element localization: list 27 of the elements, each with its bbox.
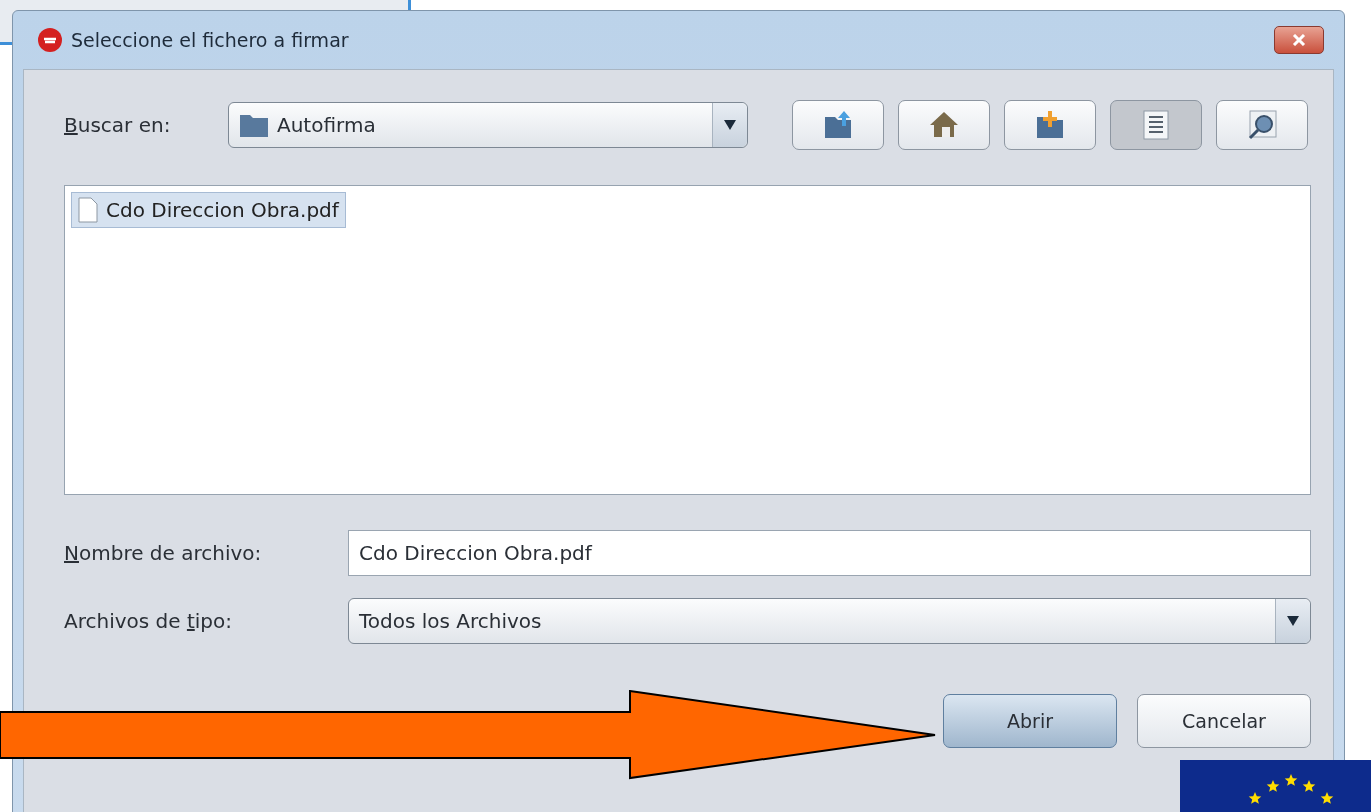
toolbar-button[interactable]	[1004, 100, 1096, 150]
toolbar-button[interactable]	[1216, 100, 1308, 150]
window-title: Seleccione el fichero a firmar	[71, 29, 350, 51]
close-icon	[1292, 34, 1306, 46]
file-item[interactable]: Cdo Direccion Obra.pdf	[71, 192, 346, 228]
close-button[interactable]	[1274, 26, 1324, 54]
file-name-field[interactable]: Cdo Direccion Obra.pdf	[348, 530, 1311, 576]
open-button[interactable]: Abrir	[943, 694, 1117, 748]
caret-icon	[1287, 616, 1299, 626]
app-logo-icon	[37, 27, 63, 53]
file-type-dropdown[interactable]: Todos los Archivos	[348, 598, 1311, 644]
toolbar-button[interactable]	[792, 100, 884, 150]
caret-icon	[724, 120, 736, 130]
folder-up-icon	[822, 109, 854, 141]
look-in-label: Buscar en:	[64, 113, 172, 137]
document-icon	[78, 197, 98, 223]
file-name-label: Nombre de archivo:	[64, 541, 263, 565]
file-type-label: Archivos de tipo:	[64, 609, 233, 633]
star-flag-icon	[1180, 760, 1371, 812]
new-folder-icon	[1034, 109, 1066, 141]
magnifier-icon	[1246, 109, 1278, 141]
list-icon	[1143, 110, 1169, 140]
look-in-dropdown[interactable]: Autofirma	[228, 102, 748, 148]
toolbar-button[interactable]	[1110, 100, 1202, 150]
folder-icon	[239, 112, 269, 138]
cancel-button[interactable]: Cancelar	[1137, 694, 1311, 748]
toolbar-button[interactable]	[898, 100, 990, 150]
